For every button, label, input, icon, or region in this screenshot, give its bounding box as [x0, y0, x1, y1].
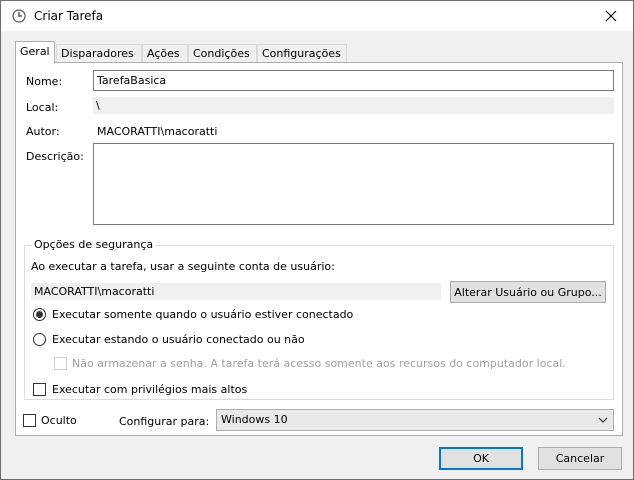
configure-for-select[interactable]: Windows 10 [216, 409, 614, 431]
checkbox-do-not-store-password[interactable] [54, 357, 67, 370]
location-value: \ [93, 97, 614, 114]
checkbox-hidden[interactable] [23, 414, 36, 427]
name-field[interactable]: TarefaBasica [93, 70, 614, 91]
radio-run-logged-on-or-not-label[interactable]: Executar estando o usuário conectado ou … [52, 333, 305, 346]
user-account-value: MACORATTI\macoratti [31, 283, 441, 300]
radio-run-logged-on-label[interactable]: Executar somente quando o usuário estive… [52, 308, 353, 321]
ok-button[interactable]: OK [439, 447, 523, 470]
tab-triggers[interactable]: Disparadores [56, 44, 142, 63]
author-label: Autor: [26, 125, 60, 138]
close-button[interactable] [589, 1, 633, 31]
security-options-title: Opções de segurança [32, 238, 156, 251]
window-title: Criar Tarefa [34, 9, 104, 23]
security-options-group: Opções de segurança Ao executar a tarefa… [24, 238, 614, 400]
chevron-down-icon [598, 417, 608, 423]
cancel-button[interactable]: Cancelar [538, 447, 622, 470]
location-label: Local: [26, 101, 59, 114]
checkbox-hidden-label[interactable]: Oculto [41, 414, 77, 427]
change-user-button[interactable]: Alterar Usuário ou Grupo... [450, 281, 606, 303]
name-label: Nome: [26, 75, 63, 88]
general-tab-panel: Nome: TarefaBasica Local: \ Autor: MACOR… [15, 62, 623, 436]
radio-run-logged-on-or-not[interactable] [33, 333, 46, 346]
radio-selected-dot [36, 311, 43, 318]
tab-conditions[interactable]: Condições [188, 44, 257, 63]
checkbox-highest-privileges[interactable] [33, 383, 46, 396]
close-icon [605, 10, 617, 22]
configure-for-label: Configurar para: [119, 415, 210, 428]
checkbox-do-not-store-password-label: Não armazenar a senha. A tarefa terá ace… [72, 357, 566, 370]
title-bar[interactable]: Criar Tarefa [1, 1, 633, 31]
description-field[interactable] [93, 143, 614, 225]
tab-actions[interactable]: Ações [142, 44, 188, 63]
tab-general[interactable]: Geral [15, 41, 55, 64]
create-task-dialog: Criar Tarefa Geral Disparadores Ações Co… [0, 0, 634, 480]
tab-settings[interactable]: Configurações [257, 44, 347, 63]
checkbox-highest-privileges-label[interactable]: Executar com privilégios mais altos [52, 383, 247, 396]
description-label: Descrição: [26, 150, 84, 163]
author-value: MACORATTI\macoratti [97, 125, 218, 138]
clock-icon [12, 9, 26, 23]
configure-for-value: Windows 10 [221, 413, 288, 426]
run-as-text: Ao executar a tarefa, usar a seguinte co… [31, 260, 335, 273]
radio-run-logged-on[interactable] [33, 308, 46, 321]
